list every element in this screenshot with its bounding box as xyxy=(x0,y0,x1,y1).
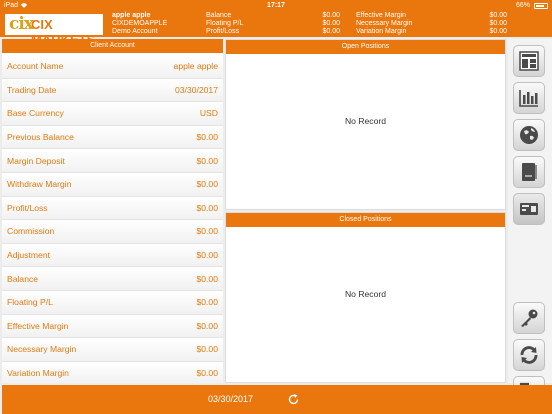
row-value: USD xyxy=(199,108,218,119)
client-account-panel[interactable]: Client Account Account Name apple apple Tr… xyxy=(2,39,223,383)
row-label: Account Name xyxy=(7,61,64,72)
client-account-row: Previous Balance $0.00 xyxy=(2,125,223,150)
change-password-button[interactable] xyxy=(513,302,545,334)
summary-labels-2: Effective Margin Necessary Margin Variat… xyxy=(356,12,412,36)
client-account-row: Base Currency USD xyxy=(2,102,223,126)
client-account-row: Profit/Loss $0.00 xyxy=(2,196,223,221)
market-chart-button[interactable] xyxy=(513,82,545,114)
client-account-row: Commission $0.00 xyxy=(2,220,223,244)
chart-icon xyxy=(519,90,538,107)
summary-label: Profit/Loss xyxy=(206,28,240,35)
row-value: $0.00 xyxy=(196,320,218,331)
key-icon xyxy=(521,309,538,327)
sync-button[interactable] xyxy=(513,339,545,371)
row-label: Base Currency xyxy=(7,108,64,119)
refresh-icon xyxy=(520,346,538,364)
client-account-row: Account Name apple apple xyxy=(2,55,223,79)
logo-mark: cix xyxy=(9,14,34,34)
client-account-list[interactable]: Account Name apple apple Trading Date 03/30… xyxy=(2,55,223,383)
client-account-row: Adjustment $0.00 xyxy=(2,243,223,268)
account-ledger-button[interactable] xyxy=(513,156,545,188)
open-positions-panel[interactable]: Open Positions No Record xyxy=(225,39,506,210)
row-label: Withdraw Margin xyxy=(7,179,72,190)
closed-positions-empty: No Record xyxy=(344,289,387,299)
row-label: Variation Margin xyxy=(7,368,69,379)
globe-icon xyxy=(520,126,538,144)
client-account-row: Withdraw Margin $0.00 xyxy=(2,172,223,197)
row-label: Floating P/L xyxy=(7,297,53,308)
statement-button[interactable] xyxy=(513,193,545,225)
row-label: Commission xyxy=(7,226,55,237)
summary-values-1: $0.00 $0.00 $0.00 xyxy=(300,12,340,36)
client-account-row: Effective Margin $0.00 xyxy=(2,314,223,339)
row-label: Profit/Loss xyxy=(7,202,48,213)
client-account-row: Trading Date 03/30/2017 xyxy=(2,78,223,103)
summary-label: Effective Margin xyxy=(356,12,407,19)
client-account-row: Necessary Margin $0.00 xyxy=(2,338,223,362)
summary-label: Variation Margin xyxy=(356,28,407,35)
row-value: $0.00 xyxy=(196,132,218,143)
summary-value: $0.00 xyxy=(489,12,507,19)
account-holder-name: apple apple xyxy=(112,12,151,19)
row-value: $0.00 xyxy=(196,297,218,308)
row-label: Balance xyxy=(7,273,39,284)
open-positions-empty: No Record xyxy=(344,116,387,126)
account-info: apple apple CIXDEMOAPPLE Demo Account xyxy=(112,12,167,36)
summary-label: Balance xyxy=(206,12,232,19)
row-value: $0.00 xyxy=(196,273,218,284)
client-account-row: Variation Margin $0.00 xyxy=(2,361,223,383)
row-label: Effective Margin xyxy=(7,320,69,331)
row-label: Trading Date xyxy=(7,84,57,95)
summary-value: $0.00 xyxy=(489,20,507,27)
row-value: $0.00 xyxy=(196,179,218,190)
dashboard-button[interactable] xyxy=(513,45,545,77)
footer-trading-date: 03/30/2017 xyxy=(208,394,254,404)
summary-labels-1: Balance Floating P/L Profit/Loss xyxy=(206,12,243,36)
account-type: Demo Account xyxy=(112,28,158,35)
summary-value: $0.00 xyxy=(489,28,507,35)
markets-globe-button[interactable] xyxy=(513,119,545,151)
row-label: Margin Deposit xyxy=(7,155,65,166)
cix-markets-logo: cix CIX MARKETS xyxy=(5,14,103,47)
summary-values-2: $0.00 $0.00 $0.00 xyxy=(467,12,507,36)
row-label: Adjustment xyxy=(7,250,50,261)
row-value: apple apple xyxy=(173,61,218,72)
row-value: 03/30/2017 xyxy=(174,84,218,95)
summary-label: Floating P/L xyxy=(206,20,244,27)
refresh-date-icon[interactable] xyxy=(287,393,300,406)
row-value: $0.00 xyxy=(196,368,218,379)
client-account-row: Floating P/L $0.00 xyxy=(2,290,223,315)
summary-value: $0.00 xyxy=(322,12,340,19)
closed-positions-panel[interactable]: Closed Positions No Record xyxy=(225,212,506,383)
footer-bar: 03/30/2017 xyxy=(2,385,552,414)
row-value: $0.00 xyxy=(196,202,218,213)
summary-label: Necessary Margin xyxy=(356,20,413,27)
account-id: CIXDEMOAPPLE xyxy=(112,20,168,27)
dashboard-icon xyxy=(519,51,539,71)
side-toolbar xyxy=(508,39,552,408)
summary-value: $0.00 xyxy=(322,20,340,27)
status-bar: iPad 17:17 66% xyxy=(0,0,552,11)
statement-icon xyxy=(520,203,538,215)
client-account-title: Client Account xyxy=(2,39,223,53)
closed-positions-title: Closed Positions xyxy=(226,213,505,227)
client-account-row: Margin Deposit $0.00 xyxy=(2,149,223,173)
row-label: Previous Balance xyxy=(7,132,74,143)
app-header: cix CIX MARKETS apple apple CIXDEMOAPPLE… xyxy=(0,11,552,47)
battery-percent: 66% xyxy=(515,2,530,9)
status-time: 17:17 xyxy=(267,2,285,9)
open-positions-title: Open Positions xyxy=(226,40,505,54)
row-value: $0.00 xyxy=(196,250,218,261)
row-value: $0.00 xyxy=(196,226,218,237)
summary-value: $0.00 xyxy=(322,28,340,35)
ledger-icon xyxy=(522,163,537,181)
battery-icon xyxy=(534,3,548,9)
client-account-row: Balance $0.00 xyxy=(2,267,223,291)
row-value: $0.00 xyxy=(196,344,218,355)
row-label: Necessary Margin xyxy=(7,344,77,355)
row-value: $0.00 xyxy=(196,155,218,166)
